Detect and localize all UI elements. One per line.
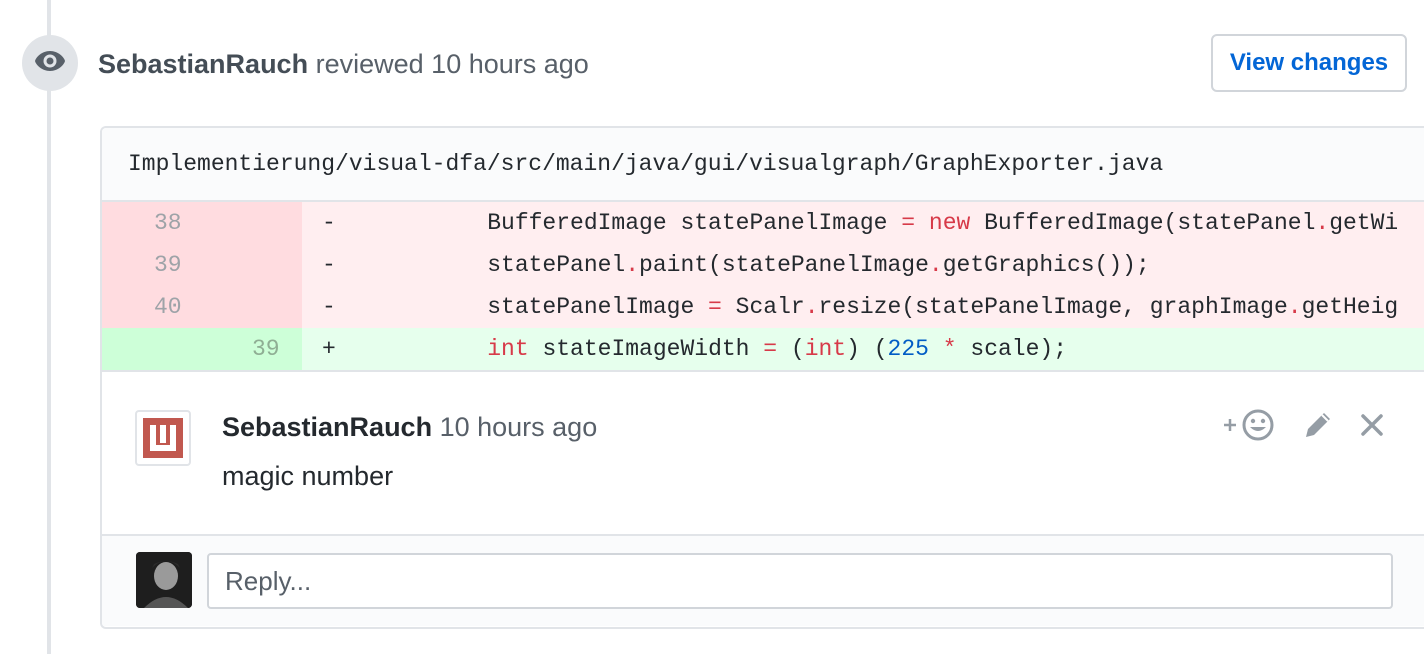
diff-marker: - xyxy=(322,294,336,320)
code-line: BufferedImage statePanelImage = new Buff… xyxy=(432,210,1399,236)
diff-line-deleted: 39 - statePanel.paint(statePanelImage.ge… xyxy=(102,244,1424,286)
comment-actions xyxy=(1222,408,1384,447)
review-author-link[interactable]: SebastianRauch xyxy=(98,49,308,79)
reply-input[interactable]: Reply... xyxy=(207,553,1393,609)
view-changes-button[interactable]: View changes xyxy=(1211,34,1407,92)
eye-icon xyxy=(34,50,66,77)
code-line: statePanel.paint(statePanelImage.getGrap… xyxy=(432,252,1150,278)
diff-marker: - xyxy=(322,210,336,236)
diff-marker: - xyxy=(322,252,336,278)
line-number[interactable]: 38 xyxy=(102,210,182,236)
code-line: int stateImageWidth = (int) (225 * scale… xyxy=(487,336,1068,362)
diff-line-deleted: 40 - statePanelImage = Scalr.resize(stat… xyxy=(102,286,1424,328)
diff-marker: + xyxy=(322,336,336,362)
review-action: reviewed xyxy=(315,49,424,79)
comment-time[interactable]: 10 hours ago xyxy=(440,412,598,442)
diff-line-added: 39 + int stateImageWidth = (int) (225 * … xyxy=(102,328,1424,370)
review-comment: SebastianRauch 10 hours ago magic number xyxy=(102,370,1424,536)
review-badge xyxy=(22,35,78,91)
close-icon[interactable] xyxy=(1360,413,1384,442)
reply-area: Reply... xyxy=(102,536,1424,626)
file-diff-box: Implementierung/visual-dfa/src/main/java… xyxy=(100,126,1424,629)
review-header: SebastianRauch reviewed 10 hours ago xyxy=(98,46,589,82)
line-number[interactable]: 39 xyxy=(102,252,182,278)
code-line: statePanelImage = Scalr.resize(statePane… xyxy=(432,294,1399,320)
comment-body: magic number xyxy=(222,461,394,491)
line-number[interactable]: 39 xyxy=(102,336,280,362)
comment-author-link[interactable]: SebastianRauch xyxy=(222,412,432,442)
avatar[interactable] xyxy=(136,552,192,608)
add-reaction-icon[interactable] xyxy=(1222,408,1276,447)
line-number[interactable]: 40 xyxy=(102,294,182,320)
avatar[interactable] xyxy=(135,410,191,466)
diff-line-deleted: 38 - BufferedImage statePanelImage = new… xyxy=(102,202,1424,244)
review-time[interactable]: 10 hours ago xyxy=(431,49,589,79)
pencil-icon[interactable] xyxy=(1302,409,1334,446)
comment-meta: SebastianRauch 10 hours ago xyxy=(222,409,597,445)
file-path[interactable]: Implementierung/visual-dfa/src/main/java… xyxy=(102,128,1424,202)
timeline-line xyxy=(47,0,51,654)
